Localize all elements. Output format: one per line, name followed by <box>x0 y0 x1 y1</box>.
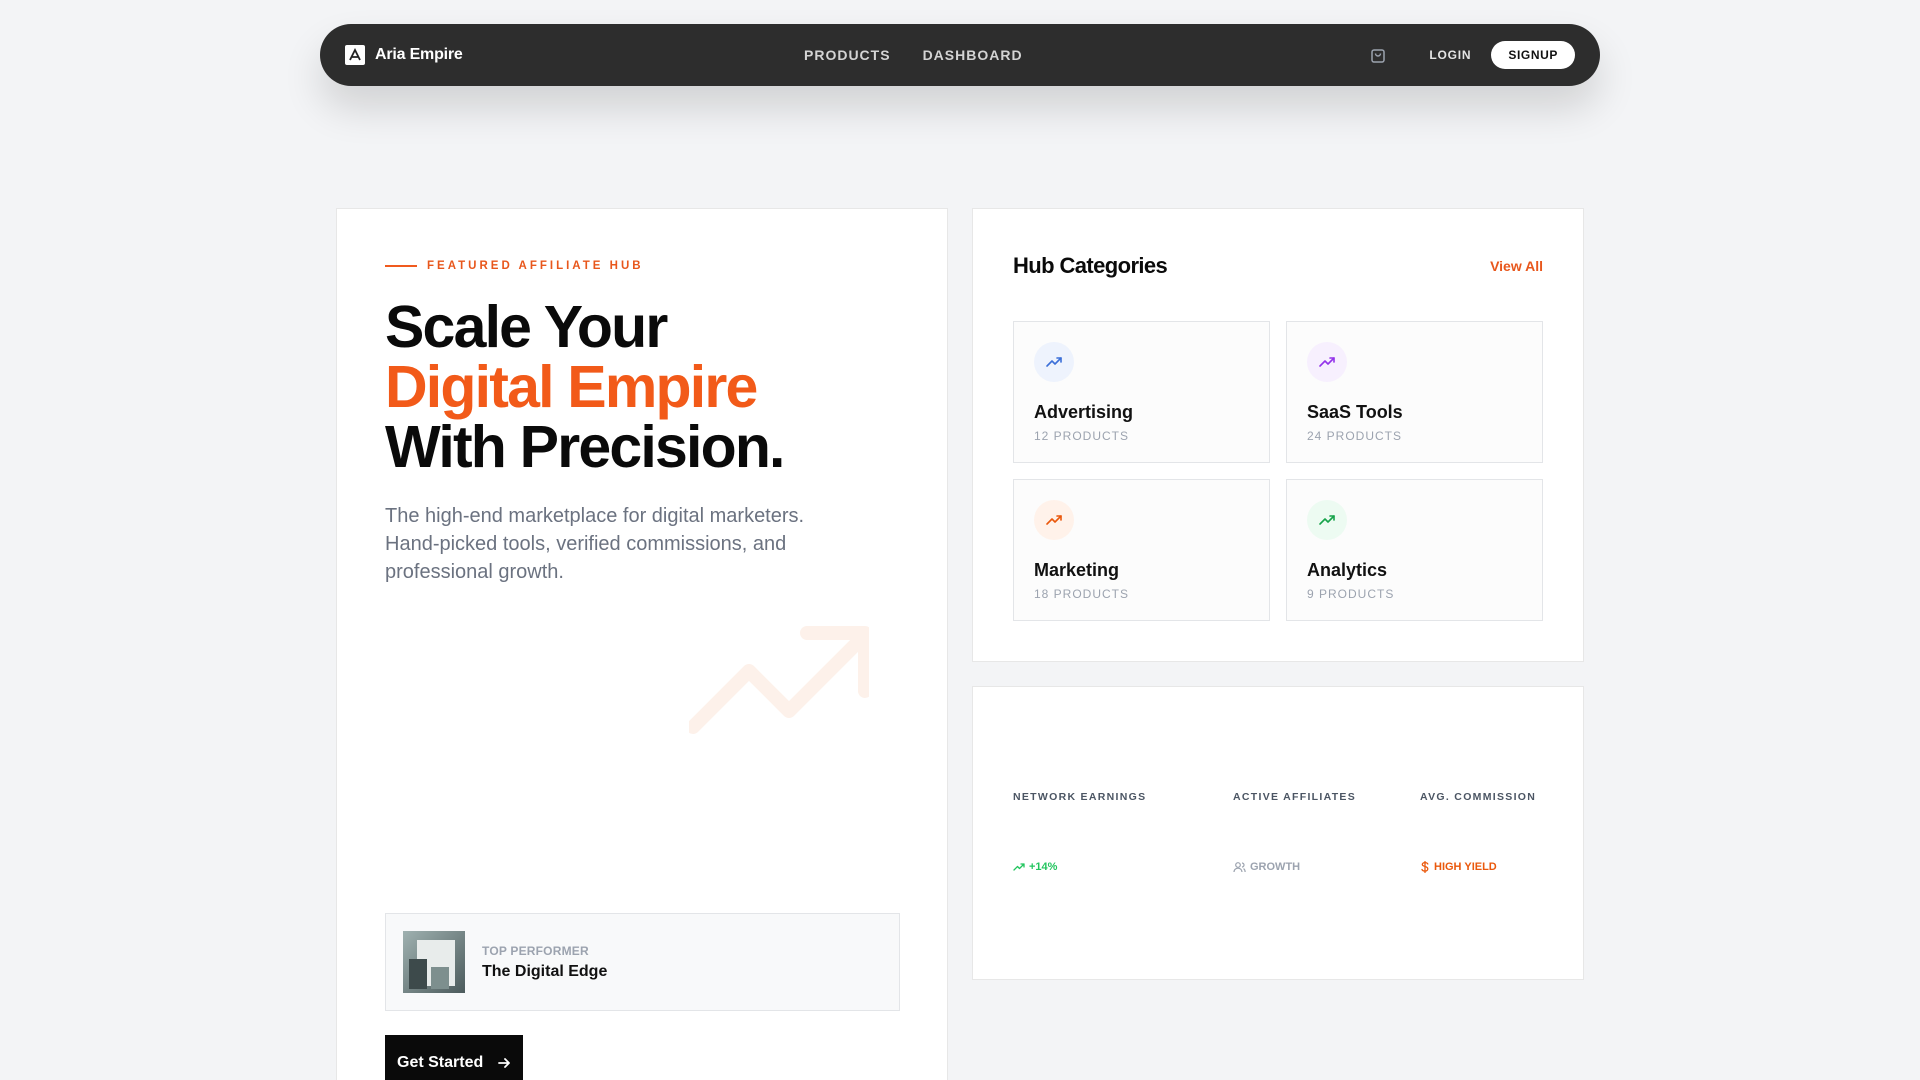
hero-title-line-2: Digital Empire <box>385 354 758 420</box>
top-performer-label: TOP PERFORMER <box>482 943 589 958</box>
brand-name: Aria Empire <box>375 46 463 63</box>
stat-active-affiliates: ACTIVE AFFILIATES GROWTH <box>1233 791 1357 873</box>
product-thumbnail <box>403 931 465 993</box>
arrow-right-icon <box>498 1058 511 1068</box>
nav-link-dashboard[interactable]: DASHBOARD <box>923 47 1023 63</box>
trending-up-icon <box>689 626 869 734</box>
category-saas-tools[interactable]: SaaS Tools 24 PRODUCTS <box>1286 321 1543 463</box>
stat-trend: HIGH YIELD <box>1420 861 1497 873</box>
stat-trend: GROWTH <box>1233 861 1300 873</box>
stat-label: NETWORK EARNINGS <box>1013 791 1147 803</box>
hero-eyebrow: FEATURED AFFILIATE HUB <box>385 260 644 272</box>
trending-up-icon <box>1034 342 1074 382</box>
stat-label: AVG. COMMISSION <box>1420 791 1537 803</box>
brand-logo-icon <box>345 45 365 65</box>
stat-avg-commission: AVG. COMMISSION HIGH YIELD <box>1420 791 1537 873</box>
trending-up-icon <box>1013 863 1025 871</box>
category-advertising[interactable]: Advertising 12 PRODUCTS <box>1013 321 1270 463</box>
signup-button[interactable]: SIGNUP <box>1491 41 1575 69</box>
stat-trend: +14% <box>1013 861 1057 873</box>
top-performer-title: The Digital Edge <box>482 962 608 980</box>
trending-up-icon <box>1307 342 1347 382</box>
nav-link-products[interactable]: PRODUCTS <box>804 47 891 63</box>
login-link[interactable]: LOGIN <box>1429 48 1471 62</box>
trending-up-icon <box>1034 500 1074 540</box>
hero-card: FEATURED AFFILIATE HUB Scale Your Digita… <box>336 208 948 1080</box>
trending-up-icon <box>1307 500 1347 540</box>
category-marketing[interactable]: Marketing 18 PRODUCTS <box>1013 479 1270 621</box>
stat-trend-text: +14% <box>1029 861 1058 873</box>
stat-trend-text: HIGH YIELD <box>1434 861 1497 873</box>
nav-links: PRODUCTS DASHBOARD <box>804 47 1023 63</box>
top-navbar: Aria Empire PRODUCTS DASHBOARD LOGIN SIG… <box>320 24 1600 86</box>
category-name: Marketing <box>1034 560 1120 580</box>
category-count: 9 PRODUCTS <box>1307 587 1395 601</box>
view-all-link[interactable]: View All <box>1490 258 1543 274</box>
hero-description: The high-end marketplace for digital mar… <box>385 505 805 583</box>
stat-trend-text: GROWTH <box>1250 861 1301 873</box>
categories-title: Hub Categories <box>1013 253 1168 278</box>
users-icon <box>1233 862 1246 873</box>
hub-categories-card: Hub Categories View All Advertising 12 P… <box>972 208 1584 662</box>
hero-title-line-1: Scale Your <box>385 294 668 360</box>
hero-title: Scale Your Digital Empire With Precision… <box>385 297 905 477</box>
stat-label: ACTIVE AFFILIATES <box>1233 791 1357 803</box>
stat-network-earnings: NETWORK EARNINGS +14% <box>1013 791 1147 873</box>
get-started-button[interactable]: Get Started <box>385 1035 523 1080</box>
category-count: 12 PRODUCTS <box>1034 429 1130 443</box>
category-analytics[interactable]: Analytics 9 PRODUCTS <box>1286 479 1543 621</box>
category-name: Advertising <box>1034 402 1134 422</box>
category-count: 18 PRODUCTS <box>1034 587 1130 601</box>
brand-link[interactable]: Aria Empire <box>345 45 463 65</box>
nav-actions: LOGIN SIGNUP <box>1367 41 1575 69</box>
get-started-label: Get Started <box>397 1054 484 1071</box>
category-count: 24 PRODUCTS <box>1307 429 1403 443</box>
eyebrow-text: FEATURED AFFILIATE HUB <box>427 260 644 272</box>
category-name: SaaS Tools <box>1307 402 1403 422</box>
categories-grid: Advertising 12 PRODUCTS SaaS Tools 24 PR… <box>1013 321 1543 621</box>
eyebrow-line <box>385 265 417 267</box>
shopping-bag-icon[interactable] <box>1367 44 1389 66</box>
dollar-icon <box>1421 861 1429 873</box>
category-name: Analytics <box>1307 560 1388 580</box>
network-stats-card: NETWORK EARNINGS +14% ACTIVE AFFILIATES … <box>972 686 1584 980</box>
hero-title-line-3: With Precision. <box>385 414 785 480</box>
top-performer-card[interactable]: TOP PERFORMER The Digital Edge <box>385 913 900 1011</box>
